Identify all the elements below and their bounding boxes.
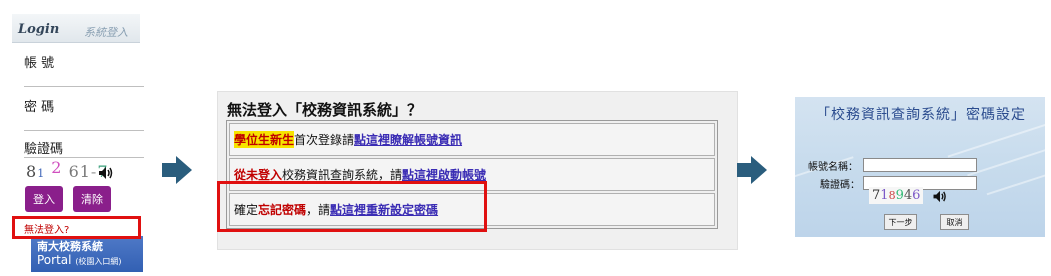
captcha-label: 驗證碼 [24,142,64,157]
cancel-button[interactable]: 取消 [940,214,969,230]
captcha-digit: 9 [895,188,904,203]
captcha-image: 81 2 61-7 [26,158,109,181]
login-logo-title: Login [18,22,60,37]
login-button[interactable]: 登入 [25,186,63,212]
password-label: 密 碼 [24,100,55,115]
speaker-icon[interactable] [932,190,948,203]
login-header: Login 系統登入 [12,14,140,43]
highlight-box-reset-password [217,181,487,232]
help-row-new-student: 學位生新生 首次登錄請 點這裡瞭解帳號資訊 [229,123,715,156]
reset-account-input[interactable] [863,158,977,172]
password-field[interactable] [24,130,144,131]
help-row-text: 首次登錄請 [294,133,355,147]
captcha-field[interactable] [24,157,144,158]
speaker-icon[interactable] [98,166,114,180]
background-decoration [986,168,1045,196]
reset-account-label: 帳號名稱： [808,162,858,173]
highlight-box-cant-login [12,216,141,239]
reset-captcha-label: 驗證碼： [820,180,860,191]
reset-title: 「校務資訊查詢系統」密碼設定 [816,107,1026,123]
new-student-badge: 學位生新生 [234,131,295,148]
captcha-digit: 6 [912,188,921,203]
account-label: 帳 號 [24,56,55,71]
clear-button[interactable]: 清除 [73,186,111,212]
captcha-digit: 2 [51,158,63,177]
portal-title: 南大校務系統 [37,240,103,253]
portal-subtitle: Portal (校園入口網) [37,253,122,267]
reset-captcha-image: 718946 [869,187,924,204]
portal-button[interactable]: 南大校務系統 Portal (校園入口網) [31,236,143,272]
background-decoration [967,143,1045,177]
captcha-digit: 8 [26,162,38,181]
password-reset-panel: 「校務資訊查詢系統」密碼設定 帳號名稱： 驗證碼： 718946 下一步 取消 [795,97,1045,237]
captcha-digit: 1 [880,188,889,203]
portal-subtitle-main: Portal [37,253,72,267]
account-info-link[interactable]: 點這裡瞭解帳號資訊 [354,131,462,148]
captcha-digit: 1 [37,167,46,180]
captcha-digit: 4 [903,188,913,203]
right-arrow-icon [162,156,192,184]
login-logo-subtitle: 系統登入 [84,26,128,39]
right-arrow-icon [737,156,767,184]
help-title: 無法登入「校務資訊系統」？ [227,101,423,119]
account-field[interactable] [24,86,144,87]
captcha-digit: 61 [68,162,91,181]
next-step-button[interactable]: 下一步 [884,214,917,230]
background-decoration [947,118,1045,158]
portal-subtitle-small: (校園入口網) [75,257,122,266]
captcha-digit: 8 [888,189,896,202]
